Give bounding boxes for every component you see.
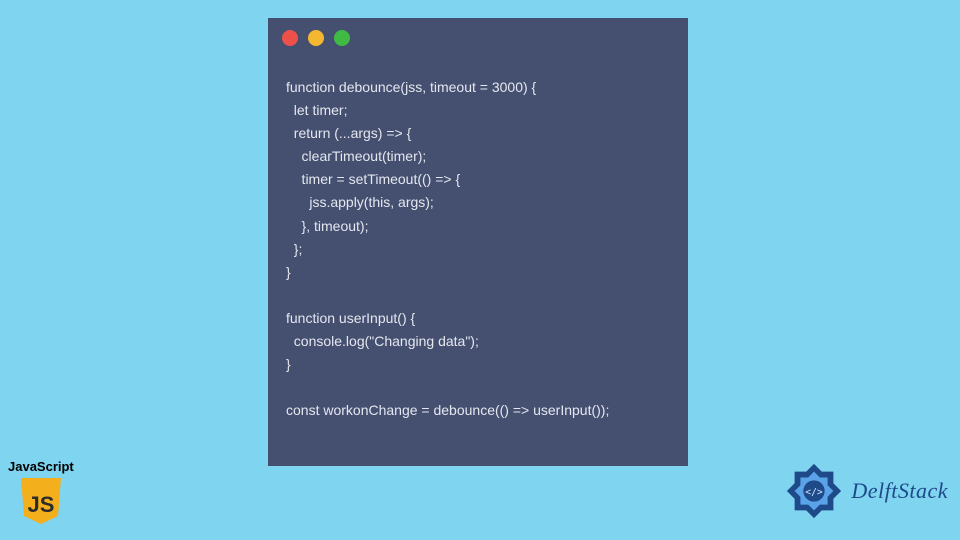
svg-text:JS: JS — [27, 492, 54, 517]
delftstack-logo-icon: </> — [783, 460, 845, 522]
titlebar — [268, 18, 688, 58]
delftstack-text: DelftStack — [851, 478, 948, 504]
code-window: function debounce(jss, timeout = 3000) {… — [268, 18, 688, 466]
code-block: function debounce(jss, timeout = 3000) {… — [268, 58, 688, 436]
minimize-icon[interactable] — [308, 30, 324, 46]
svg-text:</>: </> — [806, 487, 824, 498]
close-icon[interactable] — [282, 30, 298, 46]
delftstack-watermark: </> DelftStack — [783, 460, 948, 522]
zoom-icon[interactable] — [334, 30, 350, 46]
javascript-label: JavaScript — [8, 459, 74, 474]
javascript-badge: JavaScript JS — [8, 459, 74, 526]
javascript-shield-icon: JS — [16, 476, 66, 526]
